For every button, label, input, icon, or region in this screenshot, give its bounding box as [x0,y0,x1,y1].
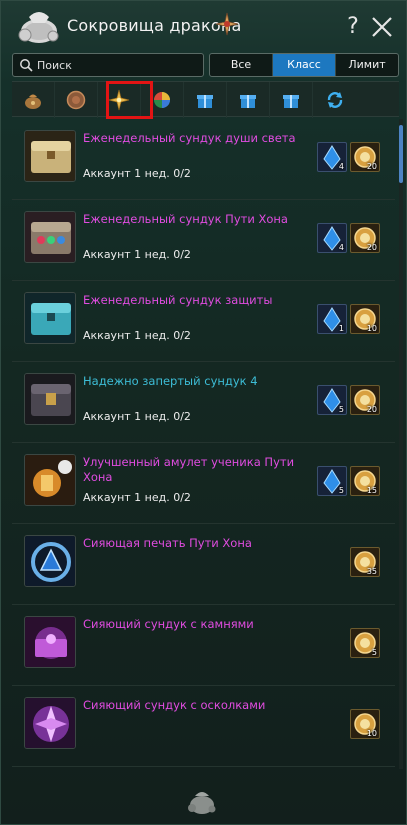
item-name: Еженедельный сундук Пути Хона [83,212,288,226]
cost-amount: 10 [366,729,377,738]
filter-limit-button[interactable]: Лимит [336,54,398,76]
list-item[interactable]: Сияющий сундук с камнями 5 [12,605,395,686]
cost-amount: 35 [366,567,377,576]
cost-amount: 5 [371,648,377,657]
item-name: Надежно запертый сундук 4 [83,374,258,388]
cost-slot[interactable]: 20 [350,385,380,415]
item-name: Сияющий сундук с камнями [83,617,254,631]
cost-amount: 15 [366,486,377,495]
cost-amount: 5 [338,405,344,414]
search-input[interactable] [37,56,197,74]
treasure-bag-logo-icon [18,12,59,43]
scrollbar[interactable] [399,119,403,769]
gift-box-icon [240,95,256,108]
item-limit: Аккаунт 1 нед. 0/2 [83,248,191,261]
tab-gift-box-1[interactable] [184,82,227,118]
item-thumbnail [24,130,76,182]
cost-amount: 4 [338,243,344,252]
cost-slot[interactable]: 35 [350,547,380,577]
filter-all-button[interactable]: Все [210,54,273,76]
list-item[interactable]: Еженедельный сундук души света Аккаунт 1 … [12,119,395,200]
item-limit: Аккаунт 1 нед. 0/2 [83,491,191,504]
tab-money-bag[interactable] [12,82,55,118]
cost-slot[interactable]: 5 [350,628,380,658]
refresh-icon [327,92,342,108]
item-thumbnail [24,292,76,344]
dragon-treasure-window: Сокровища дракона ? Все Класс Лимит [0,0,407,825]
cost-slot[interactable]: 15 [350,466,380,496]
cost-slot[interactable]: 5 [317,385,347,415]
category-tabs [12,81,399,118]
item-thumbnail [24,211,76,263]
item-name: Еженедельный сундук защиты [83,293,273,307]
item-limit: Аккаунт 1 нед. 0/2 [83,329,191,342]
cost-slot[interactable]: 4 [317,223,347,253]
list-item[interactable]: Еженедельный сундук Пути Хона Аккаунт 1 н… [12,200,395,281]
help-button[interactable]: ? [343,14,363,40]
gold-star-emblem-icon [108,89,130,111]
item-limit: Аккаунт 1 нед. 0/2 [83,167,191,180]
item-limit: Аккаунт 1 нед. 0/2 [83,410,191,423]
cost-amount: 4 [338,162,344,171]
cost-slot[interactable]: 1 [317,304,347,334]
cost-amount: 20 [366,243,377,252]
rainbow-orb-icon [154,92,170,108]
item-list: Еженедельный сундук души света Аккаунт 1 … [12,119,395,769]
tab-gold-star-emblem[interactable] [98,82,141,118]
item-name: Сияющий сундук с осколками [83,698,266,712]
search-icon [20,59,33,72]
cost-amount: 20 [366,405,377,414]
item-thumbnail [24,454,76,506]
item-name: Сияющая печать Пути Хона [83,536,252,550]
close-icon[interactable] [371,16,393,38]
list-item[interactable]: Улучшенный амулет ученика Пути Хона Аккау… [12,443,395,524]
item-name: Улучшенный амулет ученика Пути Хона [83,455,295,484]
list-item[interactable]: Надежно запертый сундук 4 Аккаунт 1 нед. … [12,362,395,443]
cost-slot[interactable]: 10 [350,304,380,334]
bronze-coin-icon [66,90,86,110]
tab-refresh[interactable] [313,82,356,118]
tab-bronze-coin[interactable] [55,82,98,118]
filter-class-button[interactable]: Класс [273,54,336,76]
tab-rainbow-orb[interactable] [141,82,184,118]
cost-slot[interactable]: 5 [317,466,347,496]
cost-amount: 5 [338,486,344,495]
cost-slot[interactable]: 10 [350,709,380,739]
money-bag-footer-icon [188,792,216,814]
item-thumbnail [24,373,76,425]
gift-box-icon [197,95,213,108]
window-header: Сокровища дракона ? [1,1,406,49]
money-bag-icon [25,94,41,109]
item-thumbnail [24,616,76,668]
gift-box-icon [283,95,299,108]
list-item[interactable]: Сияющий сундук с осколками 10 [12,686,395,767]
item-thumbnail [24,535,76,587]
cost-amount: 20 [366,162,377,171]
search-box[interactable] [12,53,204,77]
cost-slot[interactable]: 20 [350,142,380,172]
filter-segmented-control: Все Класс Лимит [209,53,399,77]
item-thumbnail [24,697,76,749]
tab-gift-box-3[interactable] [270,82,313,118]
item-name: Еженедельный сундук души света [83,131,296,145]
cost-slot[interactable]: 4 [317,142,347,172]
compass-emblem-icon [215,12,239,36]
cost-amount: 1 [338,324,344,333]
list-item[interactable]: Сияющая печать Пути Хона 35 [12,524,395,605]
list-item[interactable]: Еженедельный сундук защиты Аккаунт 1 нед.… [12,281,395,362]
cost-slot[interactable]: 20 [350,223,380,253]
tab-gift-box-2[interactable] [227,82,270,118]
scrollbar-thumb[interactable] [399,125,403,183]
cost-amount: 10 [366,324,377,333]
